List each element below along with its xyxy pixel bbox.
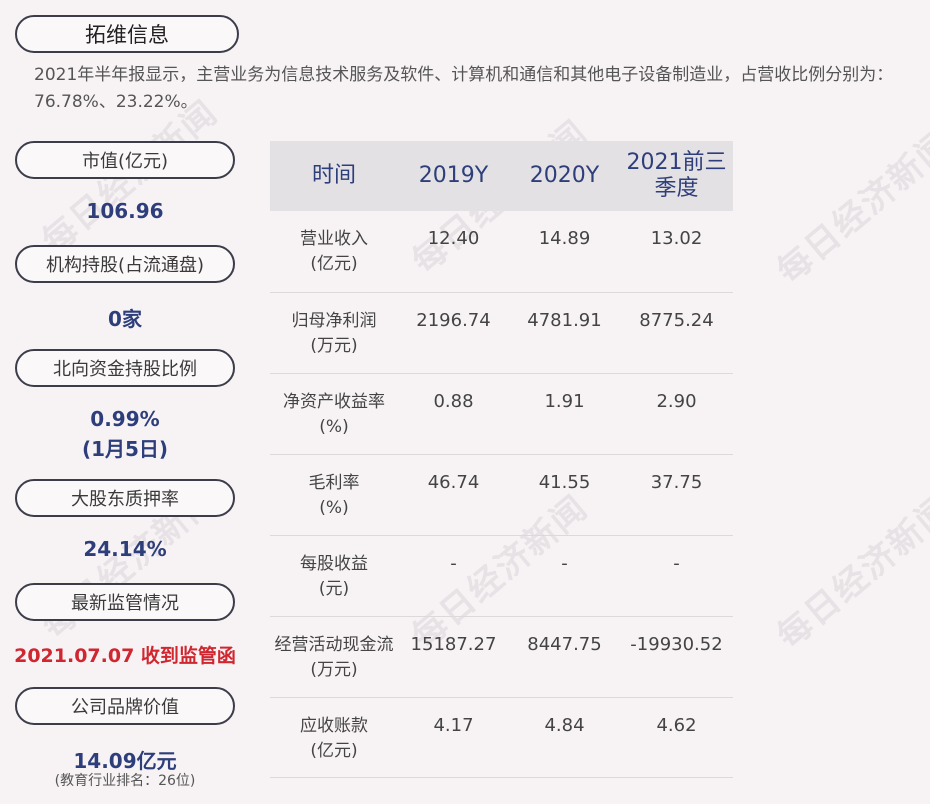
table-cell: 4.84 <box>509 697 620 778</box>
watermark: 每日经济新闻 <box>769 487 930 657</box>
row-label: 归母净利润 (万元) <box>270 292 398 374</box>
market-cap-value: 106.96 <box>86 199 164 223</box>
table-cell: 46.74 <box>398 454 509 536</box>
market-cap-label: 市值(亿元) <box>15 141 235 179</box>
row-label: 毛利率 (%) <box>270 454 398 536</box>
table-row: 经营活动现金流 (万元) 15187.27 8447.75 -19930.52 <box>270 616 733 698</box>
watermark: 每日经济新闻 <box>769 122 930 292</box>
table-cell: 1.91 <box>509 373 620 455</box>
table-row: 营业收入 (亿元) 12.40 14.89 13.02 <box>270 211 733 293</box>
table-header-row: 时间 2019Y 2020Y 2021前三季度 <box>270 141 733 211</box>
northbound-label: 北向资金持股比例 <box>15 349 235 387</box>
brand-value-label: 公司品牌价值 <box>15 687 235 725</box>
summary-text: 2021年半年报显示，主营业务为信息技术服务及软件、计算机和通信和其他电子设备制… <box>34 65 894 112</box>
regulation-label: 最新监管情况 <box>15 583 235 621</box>
table-cell: 15187.27 <box>398 616 509 698</box>
table-cell: 12.40 <box>398 211 509 293</box>
header-2020: 2020Y <box>509 141 620 211</box>
table-row: 每股收益 (元) - - - <box>270 535 733 617</box>
financial-table: 时间 2019Y 2020Y 2021前三季度 营业收入 (亿元) 12.40 1… <box>270 141 733 778</box>
pledge-label: 大股东质押率 <box>15 479 235 517</box>
row-label: 应收账款 (亿元) <box>270 697 398 778</box>
table-cell: 2.90 <box>620 373 733 455</box>
table-cell: 2196.74 <box>398 292 509 374</box>
table-cell: - <box>620 535 733 617</box>
inst-holding-label: 机构持股(占流通盘) <box>15 245 235 283</box>
table-cell: 4.17 <box>398 697 509 778</box>
header-2021q3: 2021前三季度 <box>620 141 733 211</box>
row-label: 每股收益 (元) <box>270 535 398 617</box>
pledge-value: 24.14% <box>83 537 167 561</box>
row-label: 经营活动现金流 (万元) <box>270 616 398 698</box>
table-cell: 4781.91 <box>509 292 620 374</box>
company-title: 拓维信息 <box>15 15 239 53</box>
table-row: 应收账款 (亿元) 4.17 4.84 4.62 <box>270 697 733 778</box>
table-cell: 13.02 <box>620 211 733 293</box>
table-cell: 0.88 <box>398 373 509 455</box>
brand-rank: (教育行业排名：26位) <box>54 773 196 789</box>
table-cell: 37.75 <box>620 454 733 536</box>
header-2019: 2019Y <box>398 141 509 211</box>
table-cell: - <box>509 535 620 617</box>
regulation-value: 2021.07.07 收到监管函 <box>14 645 236 667</box>
table-cell: 41.55 <box>509 454 620 536</box>
table-row: 毛利率 (%) 46.74 41.55 37.75 <box>270 454 733 536</box>
row-label: 营业收入 (亿元) <box>270 211 398 293</box>
row-label: 净资产收益率 (%) <box>270 373 398 455</box>
table-row: 净资产收益率 (%) 0.88 1.91 2.90 <box>270 373 733 455</box>
inst-holding-value: 0家 <box>108 307 142 331</box>
table-row: 归母净利润 (万元) 2196.74 4781.91 8775.24 <box>270 292 733 374</box>
table-cell: -19930.52 <box>620 616 733 698</box>
northbound-value: 0.99% <box>90 407 160 431</box>
northbound-date: (1月5日) <box>81 437 169 461</box>
table-cell: 8775.24 <box>620 292 733 374</box>
table-cell: 14.89 <box>509 211 620 293</box>
table-cell: 8447.75 <box>509 616 620 698</box>
table-cell: - <box>398 535 509 617</box>
header-time: 时间 <box>270 141 398 211</box>
table-cell: 4.62 <box>620 697 733 778</box>
